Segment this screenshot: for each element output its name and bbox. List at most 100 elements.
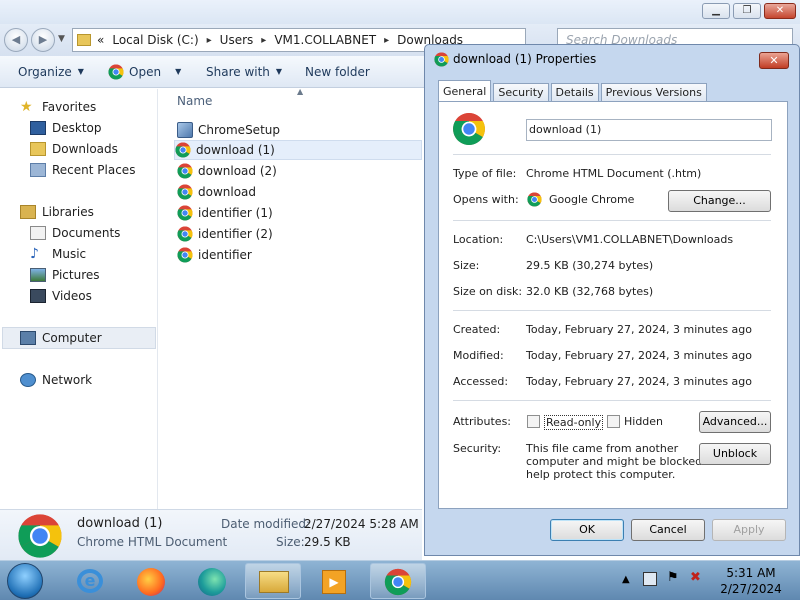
clock-time: 5:31 AM [726,566,776,580]
computer-icon [20,331,36,345]
explorer-titlebar: ▁ ❐ ✕ [0,0,800,24]
details-date-value: 2/27/2024 5:28 AM [304,517,419,531]
nav-videos[interactable]: Videos [30,289,92,303]
file-name: download (2) [198,164,277,178]
nav-music[interactable]: ♪ Music [30,247,86,261]
music-icon: ♪ [30,246,39,262]
new-folder-button[interactable]: New folder [305,65,370,79]
chrome-icon [177,184,193,200]
read-only-label[interactable]: Read-only [544,415,604,430]
apply-button[interactable]: Apply [712,519,786,541]
location-label: Location: [453,233,504,246]
file-item[interactable]: identifier (1) [177,203,425,223]
security-text-line: help protect this computer. [526,468,676,481]
volume-muted-icon[interactable]: ✖ [690,570,701,585]
address-separator[interactable]: ▸ [261,35,266,46]
address-segment[interactable]: Users [220,33,254,47]
back-button[interactable]: ◀ [4,28,28,52]
nav-computer[interactable]: Computer [20,331,102,345]
address-separator[interactable]: ▸ [384,35,389,46]
ok-button[interactable]: OK [550,519,624,541]
file-item[interactable]: download (2) [177,161,425,181]
change-button[interactable]: Change... [668,190,771,212]
share-with-button[interactable]: Share with ▼ [206,65,282,79]
accessed-value: Today, February 27, 2024, 3 minutes ago [526,375,752,388]
clock[interactable]: 5:31 AM 2/27/2024 [716,565,786,597]
edge-icon [198,568,226,596]
tab-previous-versions[interactable]: Previous Versions [600,83,707,101]
taskbar-media-player[interactable]: ▶ [306,563,362,599]
nav-desktop[interactable]: Desktop [30,121,102,135]
unblock-button[interactable]: Unblock [699,443,771,465]
nav-favorites[interactable]: ★ Favorites [20,100,96,114]
tab-details[interactable]: Details [550,83,599,101]
file-item-selected[interactable]: download (1) [174,140,422,160]
address-separator[interactable]: ▸ [207,35,212,46]
nav-recent-places[interactable]: Recent Places [30,163,135,177]
network-tray-icon[interactable] [643,572,657,586]
taskbar-edge[interactable] [184,563,240,599]
modified-value: Today, February 27, 2024, 3 minutes ago [526,349,752,362]
maximize-button[interactable]: ❐ [733,3,761,19]
address-segment[interactable]: Local Disk (C:) [112,33,198,47]
general-panel: download (1) Type of file: Chrome HTML D… [438,101,788,509]
attributes-label: Attributes: [453,415,512,428]
details-size-value: 29.5 KB [304,535,351,549]
dialog-close-button[interactable]: ✕ [759,52,789,69]
nav-network[interactable]: Network [20,373,92,387]
action-center-flag-icon[interactable]: ⚑ [667,570,679,585]
file-name-field[interactable]: download (1) [526,119,772,141]
tab-security[interactable]: Security [493,83,549,101]
chrome-icon [434,52,449,67]
accessed-label: Accessed: [453,375,509,388]
chrome-icon [177,226,193,242]
read-only-checkbox[interactable] [527,415,540,428]
divider [453,220,771,221]
folder-icon [77,34,91,46]
nav-pictures[interactable]: Pictures [30,268,100,282]
recent-pages-dropdown[interactable]: ▼ [58,34,65,44]
installer-icon [177,122,193,138]
opens-with-value: Google Chrome [549,193,635,206]
file-item[interactable]: ChromeSetup [177,120,425,140]
taskbar-firefox[interactable] [123,563,179,599]
address-chevron[interactable]: « [97,33,104,47]
column-header-name[interactable]: Name [177,94,212,108]
nav-documents[interactable]: Documents [30,226,120,240]
forward-button[interactable]: ▶ [31,28,55,52]
start-button[interactable] [7,563,43,599]
file-item[interactable]: identifier (2) [177,224,425,244]
minimize-button[interactable]: ▁ [702,3,730,19]
details-pane: download (1) Chrome HTML Document Date m… [0,509,422,560]
pictures-icon [30,268,46,282]
hidden-checkbox[interactable] [607,415,620,428]
chrome-icon [384,568,412,596]
open-button[interactable]: Open ▼ [108,64,181,80]
nav-videos-label: Videos [52,289,92,303]
clock-date: 2/27/2024 [720,582,782,596]
size-value: 29.5 KB (30,274 bytes) [526,259,654,272]
recent-places-icon [30,163,46,177]
file-item[interactable]: identifier [177,245,425,265]
show-hidden-icons-button[interactable]: ▲ [622,574,630,585]
file-name: download (1) [196,143,275,157]
divider [453,154,771,155]
taskbar-chrome[interactable] [370,563,426,599]
advanced-button[interactable]: Advanced... [699,411,771,433]
type-value: Chrome HTML Document (.htm) [526,167,702,180]
organize-button[interactable]: Organize ▼ [18,65,84,79]
nav-libraries-label: Libraries [42,205,94,219]
close-button[interactable]: ✕ [764,3,796,19]
tab-general[interactable]: General [438,80,492,102]
file-item[interactable]: download [177,182,425,202]
chrome-icon [527,192,542,207]
taskbar-explorer[interactable] [245,563,301,599]
address-segment[interactable]: VM1.COLLABNET [274,33,376,47]
nav-recent-places-label: Recent Places [52,163,136,177]
nav-libraries[interactable]: Libraries [20,205,94,219]
nav-downloads[interactable]: Downloads [30,142,118,156]
taskbar-ie[interactable]: e [62,563,118,599]
hidden-label[interactable]: Hidden [624,415,663,428]
security-text-line: This file came from another [526,442,679,455]
cancel-button[interactable]: Cancel [631,519,705,541]
